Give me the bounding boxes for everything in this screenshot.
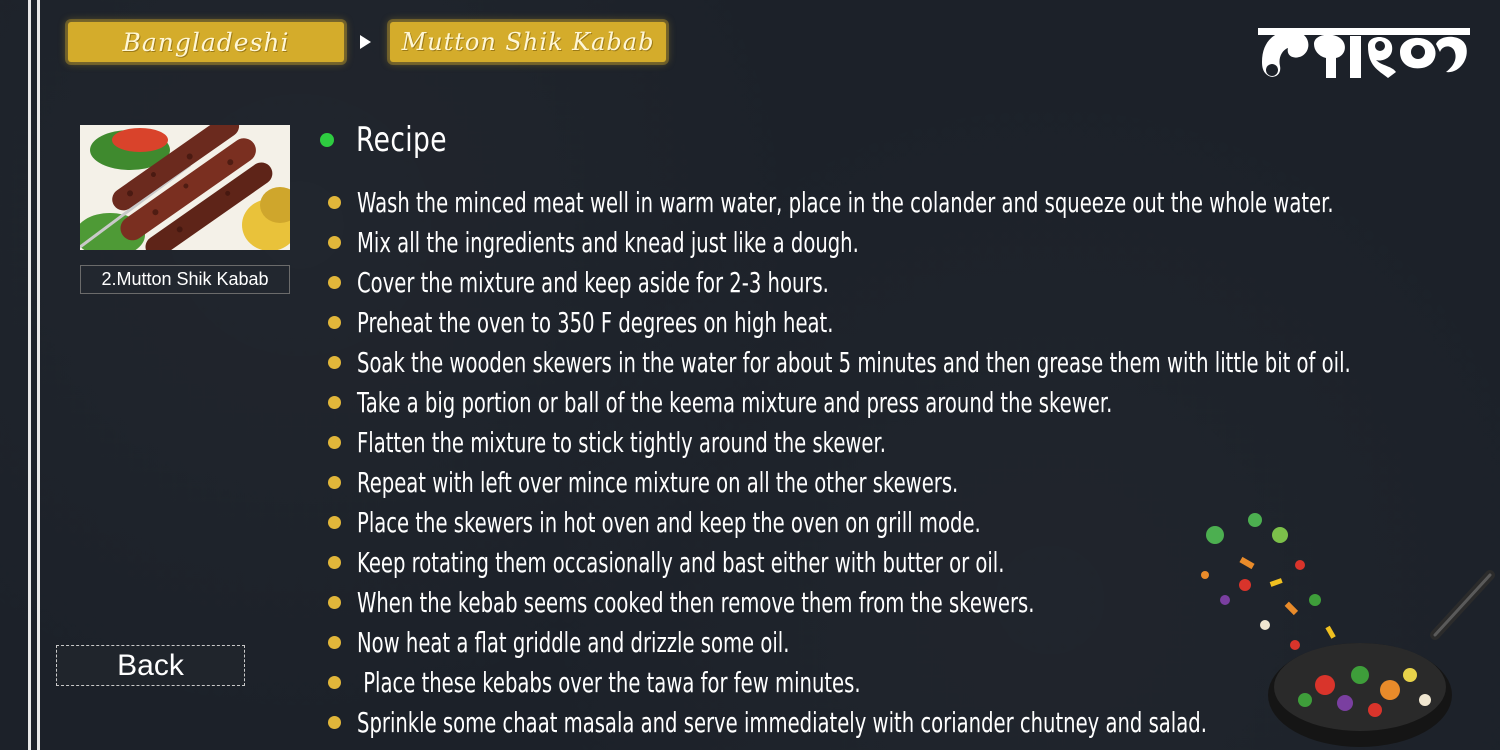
bullet-icon — [328, 315, 341, 329]
bullet-icon — [328, 595, 341, 609]
recipe-step: Wash the minced meat well in warm water,… — [328, 182, 1500, 222]
recipe-step: Place these kebabs over the tawa for few… — [328, 662, 1076, 702]
recipe-title: Recipe — [356, 120, 447, 160]
bullet-icon — [328, 715, 341, 729]
breadcrumb-cuisine[interactable]: Bangladeshi — [68, 22, 344, 62]
bullet-icon — [328, 275, 341, 289]
bullet-icon — [328, 515, 341, 529]
step-text: Take a big portion or ball of the keema … — [357, 385, 1113, 419]
recipe-heading: Recipe — [320, 112, 473, 168]
frame-line-right — [37, 0, 40, 750]
recipe-step: Now heat a flat griddle and drizzle some… — [328, 622, 975, 662]
dish-caption: 2.Mutton Shik Kabab — [80, 265, 290, 294]
bullet-icon — [328, 635, 341, 649]
recipe-step: Place the skewers in hot oven and keep t… — [328, 502, 1248, 542]
recipe-step: When the kebab seems cooked then remove … — [328, 582, 1325, 622]
heading-dot-icon — [320, 133, 334, 147]
bullet-icon — [328, 475, 341, 489]
recipe-step: Repeat with left over mince mixture on a… — [328, 462, 1216, 502]
step-text: Repeat with left over mince mixture on a… — [357, 465, 959, 499]
frame-line-left — [28, 0, 31, 750]
step-text: Place the skewers in hot oven and keep t… — [357, 505, 981, 539]
step-text: Sprinkle some chaat masala and serve imm… — [357, 705, 1207, 739]
bullet-icon — [328, 195, 341, 209]
step-text: Now heat a flat griddle and drizzle some… — [357, 625, 790, 659]
step-text: When the kebab seems cooked then remove … — [357, 585, 1035, 619]
back-button[interactable]: Back — [56, 645, 245, 686]
step-text: Flatten the mixture to stick tightly aro… — [357, 425, 886, 459]
recipe-step: Keep rotating them occasionally and bast… — [328, 542, 1282, 582]
step-text: Mix all the ingredients and knead just l… — [357, 225, 859, 259]
app-logo — [1258, 28, 1470, 78]
step-text: Soak the wooden skewers in the water for… — [357, 345, 1351, 379]
bullet-icon — [328, 235, 341, 249]
step-text: Preheat the oven to 350 F degrees on hig… — [357, 305, 834, 339]
step-text: Keep rotating them occasionally and bast… — [357, 545, 1005, 579]
bullet-icon — [328, 555, 341, 569]
recipe-step: Cover the mixture and keep aside for 2-3… — [328, 262, 1031, 302]
bullet-icon — [328, 395, 341, 409]
wok-vegetables-illustration — [1201, 513, 1495, 747]
breadcrumb-arrow-icon — [360, 35, 371, 49]
bullet-icon — [328, 355, 341, 369]
recipe-step: Take a big portion or ball of the keema … — [328, 382, 1436, 422]
step-text: Place these kebabs over the tawa for few… — [357, 665, 861, 699]
recipe-step: Mix all the ingredients and knead just l… — [328, 222, 1074, 262]
recipe-step: Preheat the oven to 350 F degrees on hig… — [328, 302, 1038, 342]
bullet-icon — [328, 675, 341, 689]
bullet-icon — [328, 435, 341, 449]
step-text: Wash the minced meat well in warm water,… — [357, 185, 1334, 219]
step-text: Cover the mixture and keep aside for 2-3… — [357, 265, 829, 299]
recipe-step: Soak the wooden skewers in the water for… — [328, 342, 1500, 382]
breadcrumb-dish[interactable]: Mutton Shik Kabab — [390, 22, 666, 62]
dish-photo — [80, 125, 290, 250]
recipe-step: Flatten the mixture to stick tightly aro… — [328, 422, 1113, 462]
